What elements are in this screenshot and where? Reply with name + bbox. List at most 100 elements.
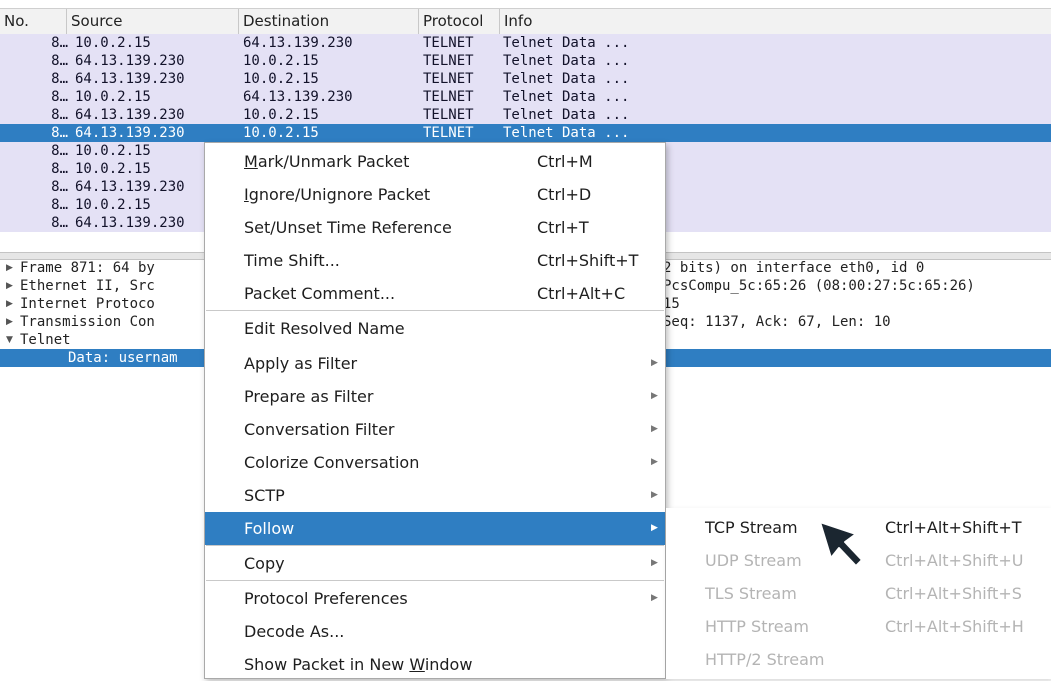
packet-row[interactable]: 8… 64.13.139.230 10.0.2.15 TELNET Telnet Dat… [0,70,1051,88]
menu-item-packet-comment[interactable]: Packet Comment... Ctrl+Alt+C [205,277,665,310]
packet-destination: 10.0.2.15 [243,125,319,141]
context-menu: Mark/Unmark Packet Ctrl+M Ignore/Unignore … [204,142,666,679]
menu-item-set-unset-time-reference[interactable]: Set/Unset Time Reference Ctrl+T [205,211,665,244]
label-text: SCTP [244,486,285,505]
packet-row[interactable]: 8… 10.0.2.15 64.13.139.230 TELNET Telnet Dat… [0,34,1051,52]
menu-item-label: SCTP [244,479,285,512]
label-text: Set/Unset Time Reference [244,218,452,237]
submenu-item-shortcut: Ctrl+Alt+Shift+T [885,518,1022,537]
label-text: Packet Comment... [244,284,396,303]
menu-item-conversation-filter[interactable]: Conversation Filter ▶ [205,413,665,446]
expand-triangle-icon[interactable]: ▶ [6,295,13,313]
menu-item-mark-unmark-packet[interactable]: Mark/Unmark Packet Ctrl+M [205,145,665,178]
menu-item-follow[interactable]: Follow ▶ [205,512,665,545]
triangle-right-icon: ▶ [651,593,658,603]
packet-destination: 64.13.139.230 [243,89,353,105]
submenu-item-label: UDP Stream [705,551,802,570]
details-item-value: Seq: 1137, Ack: 67, Len: 10 [663,314,891,330]
column-header-info[interactable]: Info [499,9,1051,34]
menu-item-label: Copy [244,547,285,580]
column-header-no[interactable]: No. [0,9,66,34]
expand-triangle-icon[interactable]: ▶ [6,259,13,277]
packet-row[interactable]: 8… 64.13.139.230 10.0.2.15 TELNET Telnet Dat… [0,106,1051,124]
menu-item-decode-as[interactable]: Decode As... [205,615,665,648]
packet-source: 10.0.2.15 [75,89,151,105]
expand-triangle-icon[interactable]: ▼ [6,331,13,349]
menu-separator [206,580,664,581]
submenu-item-http-stream[interactable]: HTTP Stream Ctrl+Alt+Shift+H [666,610,1051,643]
packet-protocol: TELNET [423,107,474,123]
packet-no: 8… [51,161,68,177]
packet-destination: 10.0.2.15 [243,107,319,123]
label-text: Time Shift... [244,251,340,270]
menu-item-label: Colorize Conversation [244,446,419,479]
menu-item-label: Protocol Preferences [244,582,408,615]
packet-info: Telnet Data ... [503,53,630,69]
submenu-item-tls-stream[interactable]: TLS Stream Ctrl+Alt+Shift+S [666,577,1051,610]
packet-no: 8… [51,53,68,69]
submenu-item-http-2-stream[interactable]: HTTP/2 Stream [666,643,1051,676]
packet-no: 8… [51,107,68,123]
menu-item-show-packet-in-new-window[interactable]: Show Packet in New Window [205,648,665,681]
column-header-source[interactable]: Source [66,9,238,34]
menu-item-copy[interactable]: Copy ▶ [205,547,665,580]
submenu-item-shortcut: Ctrl+Alt+Shift+H [885,617,1024,636]
menu-item-edit-resolved-name[interactable]: Edit Resolved Name [205,312,665,345]
menu-item-label: Prepare as Filter [244,380,373,413]
column-header-protocol[interactable]: Protocol [418,9,499,34]
packet-row[interactable]: 8… 64.13.139.230 10.0.2.15 TELNET Telnet Dat… [0,124,1051,142]
mnemonic-underline: M [244,152,258,171]
packet-no: 8… [51,179,68,195]
packet-row[interactable]: 8… 10.0.2.15 64.13.139.230 TELNET Telnet Dat… [0,88,1051,106]
triangle-right-icon: ▶ [651,424,658,434]
packet-protocol: TELNET [423,89,474,105]
menu-item-label: Time Shift... [244,244,340,277]
menu-item-time-shift[interactable]: Time Shift... Ctrl+Shift+T [205,244,665,277]
menu-item-label: Edit Resolved Name [244,312,405,345]
menu-item-colorize-conversation[interactable]: Colorize Conversation ▶ [205,446,665,479]
details-item-value: PcsCompu_5c:65:26 (08:00:27:5c:65:26) [663,278,975,294]
label-text: Protocol Preferences [244,589,408,608]
menu-item-label: Set/Unset Time Reference [244,211,452,244]
label-text: indow [424,655,473,674]
label-text: gnore/Unignore Packet [248,185,431,204]
menu-item-sctp[interactable]: SCTP ▶ [205,479,665,512]
menu-item-prepare-as-filter[interactable]: Prepare as Filter ▶ [205,380,665,413]
expand-triangle-icon[interactable]: ▶ [6,277,13,295]
packet-info: Telnet Data ... [503,107,630,123]
expand-triangle-icon[interactable]: ▶ [6,313,13,331]
menu-item-apply-as-filter[interactable]: Apply as Filter ▶ [205,347,665,380]
submenu-item-shortcut: Ctrl+Alt+Shift+U [885,551,1024,570]
menu-item-label: Ignore/Unignore Packet [244,178,430,211]
menu-item-label: Packet Comment... [244,277,395,310]
menu-item-protocol-preferences[interactable]: Protocol Preferences ▶ [205,582,665,615]
details-item-label: Telnet [20,332,71,348]
menu-item-shortcut: Ctrl+D [537,185,592,204]
packet-no: 8… [51,197,68,213]
packet-source: 64.13.139.230 [75,107,185,123]
menu-item-label: Mark/Unmark Packet [244,145,409,178]
packet-destination: 64.13.139.230 [243,35,353,51]
triangle-right-icon: ▶ [651,358,658,368]
packet-no: 8… [51,35,68,51]
column-header-destination[interactable]: Destination [238,9,418,34]
packet-protocol: TELNET [423,35,474,51]
packet-no: 8… [51,125,68,141]
details-item-label: Data: usernam [68,350,178,366]
packet-info: Telnet Data ... [503,125,630,141]
label-text: Follow [244,519,295,538]
details-item-label: Ethernet II, Src [20,278,155,294]
packet-row[interactable]: 8… 64.13.139.230 10.0.2.15 TELNET Telnet Dat… [0,52,1051,70]
packet-list-header: No. Source Destination Protocol Info [0,8,1051,35]
menu-item-ignore-unignore-packet[interactable]: Ignore/Unignore Packet Ctrl+D [205,178,665,211]
packet-source: 64.13.139.230 [75,53,185,69]
details-item-label: Transmission Con [20,314,155,330]
label-text: Conversation Filter [244,420,395,439]
triangle-right-icon: ▶ [651,523,658,533]
menu-item-label: Conversation Filter [244,413,395,446]
packet-protocol: TELNET [423,125,474,141]
label-text: Apply as Filter [244,354,358,373]
submenu-item-label: HTTP Stream [705,617,809,636]
triangle-right-icon: ▶ [651,457,658,467]
menu-separator [206,310,664,311]
